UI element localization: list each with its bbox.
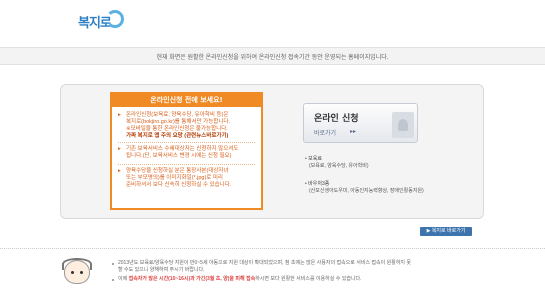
bullet-line: 또는 부모명의)를 이미지화일(*.jpg)로 미리 — [126, 175, 223, 181]
footer-text-line1b: 할 수도 있으니 양해하여 주시기 바랍니다. — [118, 267, 205, 273]
mascot-hair — [62, 258, 92, 270]
info-detail: (산모신생아도우미, 아동인지능력향상, 장애인활동지원) — [309, 188, 424, 194]
info-detail: (보육료, 양육수당, 유아학비) — [309, 163, 369, 169]
triangle-bullet-icon: ▸ — [118, 112, 121, 118]
bokjiro-logo: 복지로 — [78, 8, 128, 32]
notice-bullet-existing: ▸ 기존 보육서비스 수혜대상자는 신청하지 않으셔도 됩니다.(단, 보육서비… — [118, 146, 255, 160]
shortcut-label: 바로가기 — [314, 131, 337, 137]
footer-bullet-icon — [112, 279, 114, 281]
bullet-line: 온라인신청(보육료, 양육수당, 유아학비 등)은 — [126, 112, 229, 118]
notice-text: 현재 화면은 원활한 온라인신청을 위하여 온라인신청 접속기간 동안 운영되는… — [156, 55, 389, 61]
info-label: • 바우처3종 — [305, 181, 330, 187]
pre-apply-notice-panel: 온라인신청 전에 보세요! ▸ 온라인신청(보육료, 양육수당, 유아학비 등)… — [110, 92, 263, 210]
bullet-line: 준비하셔서 보다 신속히 신청하실 수 있습니다. — [126, 182, 232, 188]
bullet-line: 됩니다.(단, 보육서비스 변경 시에는 신청 필요) — [126, 153, 232, 159]
triangle-bullet-icon: ▸ — [118, 168, 121, 174]
footer-bullet-icon — [112, 263, 114, 265]
divider — [118, 142, 255, 143]
notice-bullet-online: ▸ 온라인신청(보육료, 양육수당, 유아학비 등)은 복지로(bokjiro.… — [118, 112, 255, 140]
double-arrow-icon: ▸▸ — [350, 129, 357, 135]
fake-app-warning-link[interactable]: 가짜 복지로 앱 주의 요망 (관련뉴스바로가기) — [126, 133, 255, 140]
bullet-line: 기존 보육서비스 수혜대상자는 신청하지 않으셔도 — [126, 146, 239, 152]
info-item-childcare: • 보육료 (보육료, 양육수당, 유아학비) — [305, 156, 369, 170]
info-label: • 보육료 — [305, 156, 322, 162]
footer-peak-time-warning: 접속자가 많은 시간(10~16시)과 가긴(3월 초, 양)을 피해 접속 — [128, 276, 256, 282]
notice-bar: 현재 화면은 원활한 온라인신청을 위하여 온라인신청 접속기간 동안 운영되는… — [0, 47, 545, 65]
bullet-line: 양육수당을 신청하실 분은 통장사본(대상자녀 — [126, 168, 229, 174]
footer-text-line1: 2013년도 보육료/양육수당 지원이 만0~5세 아동으로 지원 대상이 확대… — [118, 260, 412, 266]
logo-ring-icon — [106, 10, 124, 28]
footer-divider — [0, 248, 545, 249]
bullet-line: ※모바일을 통한 온라인신청은 불가능합니다. — [126, 126, 228, 132]
person-thumbnail-icon — [392, 112, 414, 138]
info-item-voucher: • 바우처3종 (산모신생아도우미, 아동인지능력향상, 장애인활동지원) — [305, 181, 424, 195]
mascot-eye — [71, 271, 74, 274]
online-apply-button[interactable]: 온라인 신청 바로가기 ▸▸ — [303, 103, 418, 143]
triangle-bullet-icon: ▸ — [118, 146, 121, 152]
online-apply-title: 온라인 신청 — [314, 114, 359, 124]
mascot-eye — [80, 271, 83, 274]
bullet-line: 복지로(bokjiro.go.kr)를 통해서만 가능합니다. — [126, 119, 230, 125]
divider — [118, 164, 255, 165]
mascot-character — [60, 256, 94, 290]
pre-apply-notice-title: 온라인신청 전에 보세요! — [112, 94, 261, 107]
footer-text-line2: 이에 접속자가 많은 시간(10~16시)과 가긴(3월 초, 양)을 피해 접… — [118, 276, 362, 282]
notice-bullet-allowance: ▸ 양육수당을 신청하실 분은 통장사본(대상자녀 또는 부모명의)를 이미지화… — [118, 168, 255, 189]
bokjiro-shortcut-button[interactable]: ▶ 복지로 바로가기 — [420, 227, 472, 236]
